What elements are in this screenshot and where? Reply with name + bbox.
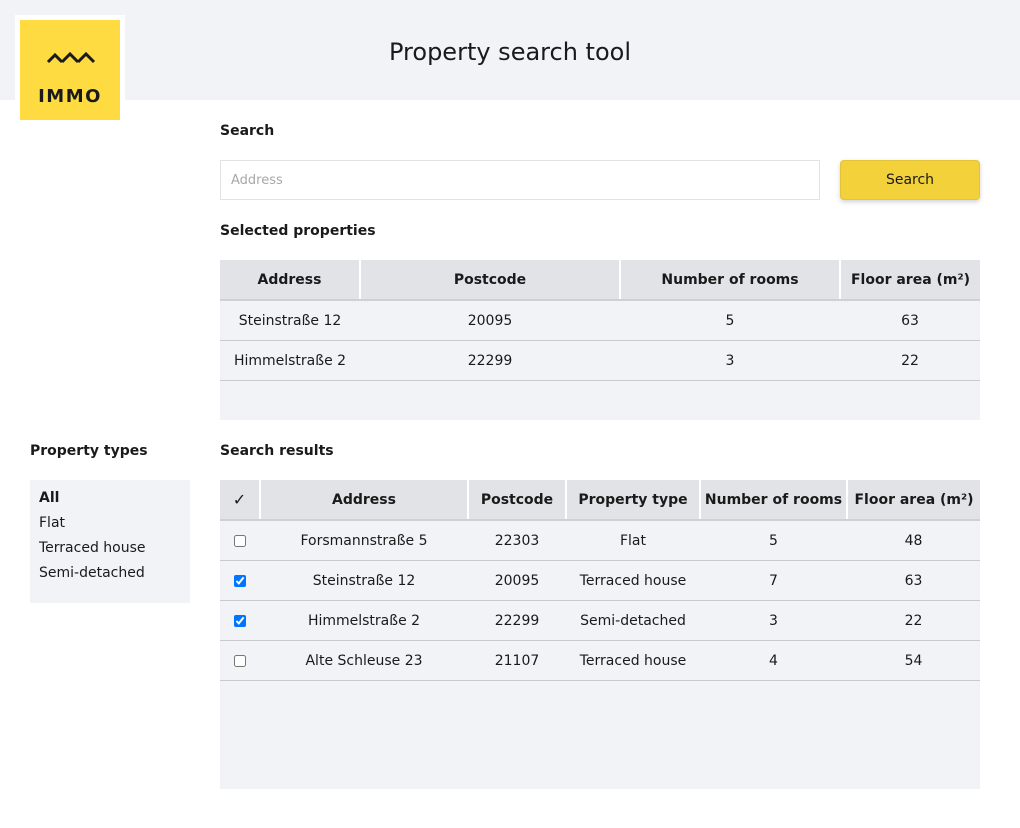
selected-properties-table: Address Postcode Number of rooms Floor a… <box>220 260 980 381</box>
row-select-checkbox[interactable] <box>234 614 246 627</box>
cell-postcode: 20095 <box>360 300 620 341</box>
column-header-select[interactable]: ✓ <box>220 480 260 521</box>
cell-area: 48 <box>847 520 980 561</box>
table-row[interactable]: Forsmannstraße 5 22303 Flat 5 48 <box>220 520 980 561</box>
row-select-checkbox[interactable] <box>234 574 246 587</box>
cell-property-type: Terraced house <box>566 560 700 601</box>
cell-postcode: 20095 <box>468 560 566 601</box>
immo-logo[interactable]: IMMO <box>20 20 120 120</box>
filter-item-all[interactable]: All <box>39 488 59 508</box>
cell-postcode: 22303 <box>468 520 566 561</box>
filter-item-terraced-house[interactable]: Terraced house <box>39 538 146 558</box>
table-row[interactable]: Steinstraße 12 20095 Terraced house 7 63 <box>220 560 980 601</box>
cell-address: Alte Schleuse 23 <box>260 640 468 681</box>
cell-area: 54 <box>847 640 980 681</box>
column-header-rooms[interactable]: Number of rooms <box>699 480 847 521</box>
cell-address: Steinstraße 12 <box>220 300 360 341</box>
table-row[interactable]: Steinstraße 12 20095 5 63 <box>220 300 980 341</box>
search-section-label: Search <box>220 123 275 139</box>
cell-rooms: 5 <box>700 520 847 561</box>
cell-postcode: 21107 <box>468 640 566 681</box>
cell-rooms: 4 <box>700 640 847 681</box>
cell-postcode: 22299 <box>360 340 620 381</box>
search-results-table: ✓ Address Postcode Property type Number … <box>220 480 980 681</box>
table-row[interactable]: Alte Schleuse 23 21107 Terraced house 4 … <box>220 640 980 681</box>
cell-area: 63 <box>847 560 980 601</box>
cell-property-type: Semi-detached <box>566 600 700 641</box>
cell-area: 22 <box>847 600 980 641</box>
property-types-list: All Flat Terraced house Semi-detached <box>30 480 190 603</box>
filter-item-semi-detached[interactable]: Semi-detached <box>39 563 145 583</box>
address-search-input[interactable] <box>220 160 820 200</box>
cell-address: Forsmannstraße 5 <box>260 520 468 561</box>
cell-property-type: Terraced house <box>566 640 700 681</box>
table-header-row: ✓ Address Postcode Property type Number … <box>220 480 980 521</box>
column-header-address[interactable]: Address <box>259 480 468 521</box>
column-header-rooms[interactable]: Number of rooms <box>619 260 840 301</box>
column-header-area[interactable]: Floor area (m²) <box>846 480 980 521</box>
row-select-checkbox[interactable] <box>234 654 246 667</box>
selected-properties-panel: Address Postcode Number of rooms Floor a… <box>220 260 980 420</box>
cell-rooms: 7 <box>700 560 847 601</box>
column-header-area[interactable]: Floor area (m²) <box>839 260 980 301</box>
selected-section-label: Selected properties <box>220 223 376 239</box>
table-row[interactable]: Himmelstraße 2 22299 Semi-detached 3 22 <box>220 600 980 641</box>
search-button[interactable]: Search <box>840 160 980 200</box>
column-header-property-type[interactable]: Property type <box>565 480 700 521</box>
column-header-postcode[interactable]: Postcode <box>359 260 620 301</box>
cell-rooms: 3 <box>620 340 840 381</box>
search-results-label: Search results <box>220 443 334 459</box>
property-types-label: Property types <box>30 443 148 459</box>
cell-rooms: 3 <box>700 600 847 641</box>
column-header-address[interactable]: Address <box>220 260 360 301</box>
filter-item-flat[interactable]: Flat <box>39 513 65 533</box>
cell-postcode: 22299 <box>468 600 566 641</box>
cell-rooms: 5 <box>620 300 840 341</box>
table-row[interactable]: Himmelstraße 2 22299 3 22 <box>220 340 980 381</box>
row-select-checkbox[interactable] <box>234 534 246 547</box>
cell-address: Steinstraße 12 <box>260 560 468 601</box>
column-header-postcode[interactable]: Postcode <box>467 480 566 521</box>
logo-text: IMMO <box>38 86 102 107</box>
cell-area: 22 <box>840 340 980 381</box>
cell-area: 63 <box>840 300 980 341</box>
table-header-row: Address Postcode Number of rooms Floor a… <box>220 260 980 301</box>
cell-property-type: Flat <box>566 520 700 561</box>
page-title: Property search tool <box>389 38 631 66</box>
cell-address: Himmelstraße 2 <box>260 600 468 641</box>
search-results-panel: ✓ Address Postcode Property type Number … <box>220 480 980 789</box>
cell-address: Himmelstraße 2 <box>220 340 360 381</box>
